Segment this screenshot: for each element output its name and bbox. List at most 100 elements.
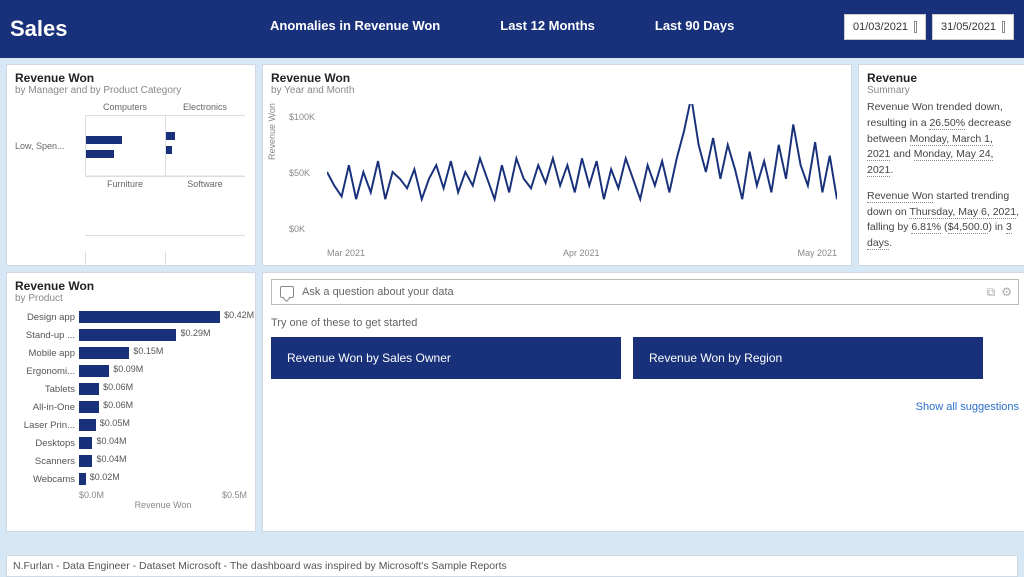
sm-cell	[165, 116, 245, 176]
gear-icon[interactable]: ⚙	[1001, 285, 1012, 300]
qna-tree-icon[interactable]: ⧉	[987, 285, 996, 300]
sm-cell	[165, 252, 245, 266]
card-subtitle: by Product	[15, 293, 247, 304]
hbar-category-label: Webcams	[15, 474, 79, 485]
hbar-category-label: Laser Prin...	[15, 420, 79, 431]
col-header-electronics: Electronics	[165, 100, 245, 116]
summary-paragraph-1: Revenue Won trended down, resulting in a…	[867, 100, 1019, 179]
card-revenue-summary[interactable]: Revenue Summary Revenue Won trended down…	[858, 64, 1024, 266]
tab-last-90-days[interactable]: Last 90 Days	[655, 18, 735, 33]
hbar-value-label: $0.06M	[103, 400, 133, 410]
qna-suggestion-row: Revenue Won by Sales Owner Revenue Won b…	[271, 337, 1019, 379]
hbar-fill	[79, 311, 220, 323]
hbar-fill	[79, 473, 86, 485]
card-revenue-line[interactable]: Revenue Won by Year and Month Revenue Wo…	[262, 64, 852, 266]
calendar-icon	[914, 21, 917, 33]
hbar-row: Desktops$0.04M	[15, 434, 247, 452]
row-header: Low, Spen...	[15, 116, 85, 176]
hbar-fill	[79, 419, 96, 431]
hbar-fill	[79, 437, 92, 449]
row-header: Low, Spen...	[15, 252, 85, 266]
hbar-category-label: Design app	[15, 312, 79, 323]
hbar-row: Laser Prin...$0.05M	[15, 416, 247, 434]
card-revenue-by-manager-category[interactable]: Revenue Won by Manager and by Product Ca…	[6, 64, 256, 266]
hbar-track: $0.04M	[79, 455, 247, 467]
suggestion-sales-owner[interactable]: Revenue Won by Sales Owner	[271, 337, 621, 379]
line-chart: Revenue Won $100K $50K $0K Mar 2021 Apr …	[271, 100, 843, 260]
suggestion-region[interactable]: Revenue Won by Region	[633, 337, 983, 379]
tab-anomalies[interactable]: Anomalies in Revenue Won	[270, 18, 440, 33]
hbar-value-label: $0.04M	[96, 454, 126, 464]
hbar-category-label: Tablets	[15, 384, 79, 395]
col-header-computers: Computers	[85, 100, 165, 116]
col-header-software: Software	[165, 176, 245, 236]
card-subtitle: Summary	[867, 85, 1019, 96]
hbar-fill	[79, 329, 176, 341]
summary-paragraph-2: Revenue Won started trending down on Thu…	[867, 189, 1019, 252]
hbar-category-label: Desktops	[15, 438, 79, 449]
card-revenue-by-product[interactable]: Revenue Won by Product Design app$0.42MS…	[6, 272, 256, 532]
date-to-value: 31/05/2021	[941, 21, 996, 33]
y-axis-label: Revenue Won	[267, 103, 277, 160]
hbar-track: $0.06M	[79, 383, 247, 395]
sm-cell	[85, 116, 165, 176]
hbar-axis-label: Revenue Won	[79, 500, 247, 510]
hbar-track: $0.15M	[79, 347, 247, 359]
hbar-track: $0.06M	[79, 401, 247, 413]
date-to-picker[interactable]: 31/05/2021	[932, 14, 1014, 40]
qna-placeholder: Ask a question about your data	[302, 286, 454, 298]
hbar-category-label: Stand-up ...	[15, 330, 79, 341]
date-from-picker[interactable]: 01/03/2021	[844, 14, 926, 40]
card-subtitle: by Manager and by Product Category	[15, 85, 247, 96]
hbar-fill	[79, 383, 99, 395]
page-title: Sales	[10, 16, 68, 42]
hbar-track: $0.29M	[79, 329, 247, 341]
hbar-value-label: $0.15M	[133, 346, 163, 356]
show-all-suggestions-link[interactable]: Show all suggestions	[271, 401, 1019, 413]
hbar-value-label: $0.02M	[90, 472, 120, 482]
tab-last-12-months[interactable]: Last 12 Months	[500, 18, 595, 33]
small-multiples-grid: Computers Electronics Low, Spen... Furni…	[15, 100, 247, 252]
header-bar: Sales Anomalies in Revenue Won Last 12 M…	[0, 0, 1024, 58]
hbar-row: Mobile app $0.15M	[15, 344, 247, 362]
x-ticks: Mar 2021 Apr 2021 May 2021	[327, 248, 837, 258]
hbar-fill	[79, 455, 92, 467]
date-range: 01/03/2021 31/05/2021	[844, 14, 1014, 40]
hbar-category-label: Scanners	[15, 456, 79, 467]
hbar-track: $0.04M	[79, 437, 247, 449]
small-multiples-grid-2: Low, Spen... $0M$1M $0M$1M	[15, 252, 247, 266]
hbar-row: Design app$0.42M	[15, 308, 247, 326]
card-title: Revenue	[867, 71, 1019, 85]
date-from-value: 01/03/2021	[853, 21, 908, 33]
hbar-axis: $0.0M $0.5M	[79, 490, 247, 500]
hbar-row: Stand-up ... $0.29M	[15, 326, 247, 344]
hbar-category-label: All-in-One	[15, 402, 79, 413]
hbar-category-label: Mobile app	[15, 348, 79, 359]
card-title: Revenue Won	[271, 71, 843, 85]
qna-try-label: Try one of these to get started	[271, 317, 1019, 329]
card-qna: Ask a question about your data ⧉ ⚙ Try o…	[262, 272, 1024, 532]
hbar-row: Tablets $0.06M	[15, 380, 247, 398]
card-title: Revenue Won	[15, 71, 247, 85]
header-tabs: Anomalies in Revenue Won Last 12 Months …	[270, 18, 734, 33]
sm-cell	[85, 252, 165, 266]
hbar-chart: Design app$0.42M Stand-up ... $0.29M Mobile…	[15, 308, 247, 488]
chat-bubble-icon	[280, 286, 294, 298]
hbar-track: $0.05M	[79, 419, 247, 431]
card-title: Revenue Won	[15, 279, 247, 293]
hbar-row: All-in-One $0.06M	[15, 398, 247, 416]
hbar-fill	[79, 401, 99, 413]
col-header-furniture: Furniture	[85, 176, 165, 236]
card-subtitle: by Year and Month	[271, 85, 843, 96]
qna-input[interactable]: Ask a question about your data ⧉ ⚙	[271, 279, 1019, 305]
hbar-value-label: $0.29M	[180, 328, 210, 338]
hbar-value-label: $0.06M	[103, 382, 133, 392]
line-svg	[327, 104, 837, 240]
hbar-track: $0.02M	[79, 473, 247, 485]
hbar-row: Ergonomi...$0.09M	[15, 362, 247, 380]
qna-tools: ⧉ ⚙	[987, 285, 1012, 300]
hbar-row: Webcams $0.02M	[15, 470, 247, 488]
line-plot-area	[327, 104, 837, 240]
hbar-value-label: $0.09M	[113, 364, 143, 374]
hbar-track: $0.09M	[79, 365, 247, 377]
